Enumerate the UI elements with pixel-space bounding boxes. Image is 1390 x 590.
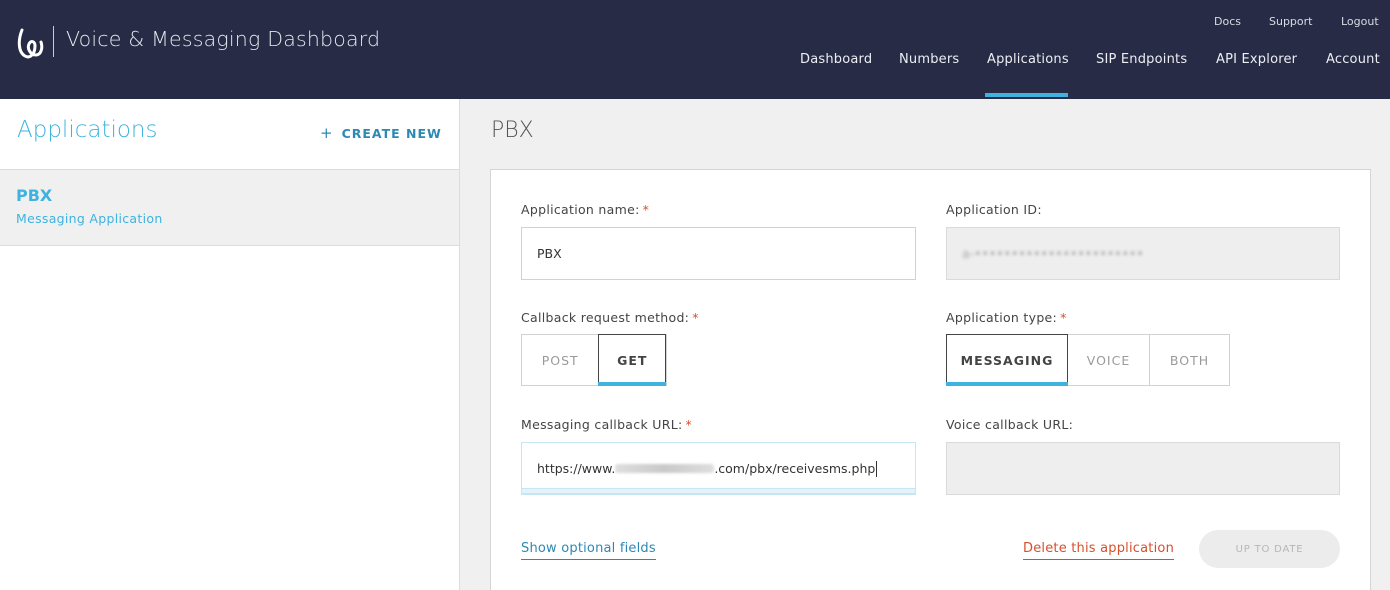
logout-link[interactable]: Logout [1341,15,1379,28]
voice-callback-input[interactable] [946,442,1340,495]
type-messaging-button[interactable]: MESSAGING [946,334,1068,386]
text-cursor [876,460,878,477]
sidebar-item-pbx[interactable]: PBX Messaging Application [0,170,460,246]
create-new-button[interactable]: + CREATE NEW [320,124,442,142]
sidebar-item-name: PBX [16,186,53,205]
app-type-label: Application type: * [946,310,1067,325]
up-to-date-button[interactable]: UP TO DATE [1199,530,1340,568]
app-id-value: a-••••••••••••••••••••••• [962,246,1144,261]
sidebar-empty-area [0,246,460,590]
docs-link[interactable]: Docs [1214,15,1241,28]
bandwidth-logo-icon[interactable] [16,26,44,60]
show-optional-fields-link[interactable]: Show optional fields [521,541,656,560]
msg-callback-label: Messaging callback URL: * [521,417,693,432]
plus-icon: + [320,124,334,142]
callback-method-label: Callback request method: * [521,310,699,325]
app-id-label: Application ID: [946,202,1042,217]
method-post-button[interactable]: POST [522,335,600,385]
nav-api-explorer[interactable]: API Explorer [1216,52,1297,67]
sidebar-header: Applications + CREATE NEW [0,99,460,170]
voice-callback-label: Voice callback URL: [946,417,1074,432]
nav-account[interactable]: Account [1326,52,1380,67]
msg-callback-prefix: https://www. [537,461,616,476]
app-type-toggle: MESSAGING VOICE BOTH [946,334,1230,386]
method-get-button[interactable]: GET [598,334,666,386]
app-title: Voice & Messaging Dashboard [66,27,381,51]
app-id-field: a-••••••••••••••••••••••• [946,227,1340,280]
type-voice-button[interactable]: VOICE [1068,335,1150,385]
app-name-label: Application name: * [521,202,650,217]
nav-dashboard[interactable]: Dashboard [800,52,872,67]
sidebar-title: Applications [17,117,158,143]
sidebar-item-subtitle: Messaging Application [16,211,163,226]
msg-callback-suffix: .com/pbx/receivesms.php [714,461,876,476]
required-marker: * [642,202,650,217]
nav-active-indicator [985,93,1068,97]
nav-numbers[interactable]: Numbers [899,52,959,67]
support-link[interactable]: Support [1269,15,1312,28]
delete-application-link[interactable]: Delete this application [1023,541,1175,560]
logo-divider [53,26,54,57]
redacted-domain [615,464,715,473]
focus-underline [521,488,916,494]
nav-sip-endpoints[interactable]: SIP Endpoints [1096,52,1187,67]
nav-applications[interactable]: Applications [987,52,1069,67]
type-both-button[interactable]: BOTH [1150,335,1229,385]
page-title: PBX [491,118,534,143]
top-navbar: Voice & Messaging Dashboard Docs Support… [0,0,1390,99]
app-name-input[interactable] [521,227,916,280]
callback-method-toggle: POST GET [521,334,667,386]
create-new-label: CREATE NEW [341,126,442,141]
